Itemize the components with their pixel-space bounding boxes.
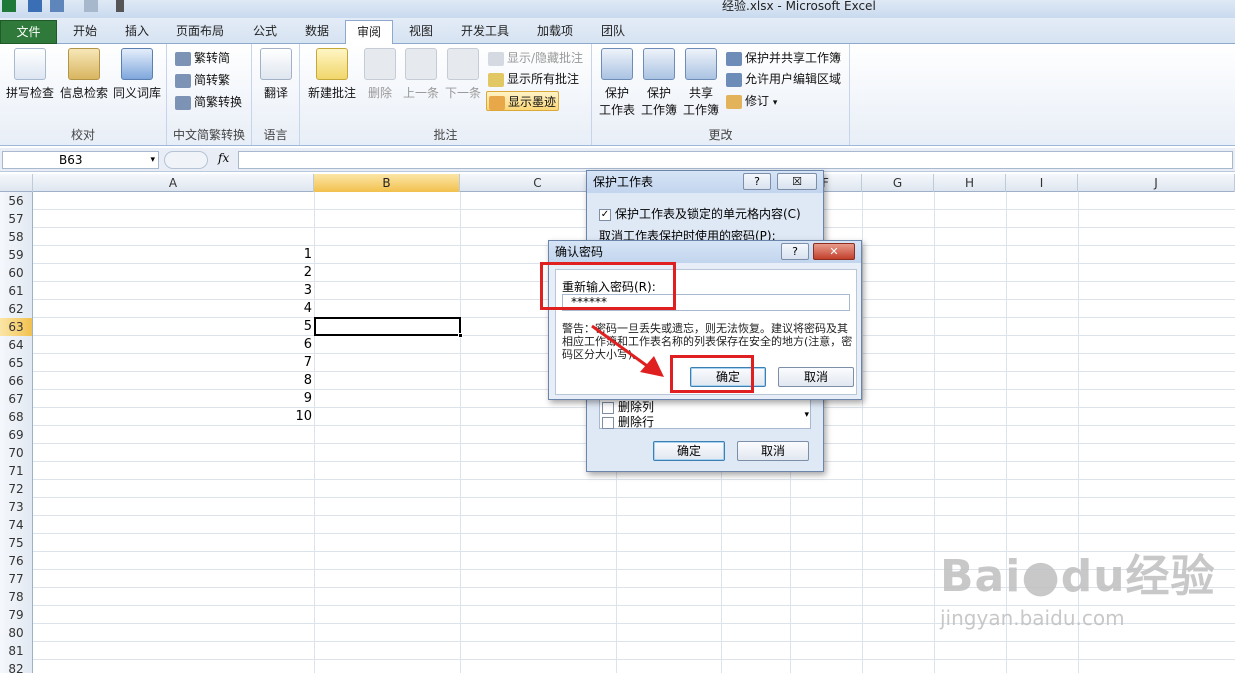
baidu-watermark: Bai●du经验 jingyan.baidu.com <box>940 540 1216 630</box>
arrow-head <box>640 356 664 377</box>
watermark-product: 经验 <box>1125 551 1216 602</box>
watermark-url: jingyan.baidu.com <box>940 606 1125 630</box>
watermark-brand: Bai <box>940 551 1022 602</box>
arrow-shaft <box>591 324 651 370</box>
watermark-logo: Bai●du经验 <box>940 540 1216 604</box>
paw-icon: ● <box>1021 551 1061 602</box>
watermark-brand2: du <box>1060 551 1126 602</box>
